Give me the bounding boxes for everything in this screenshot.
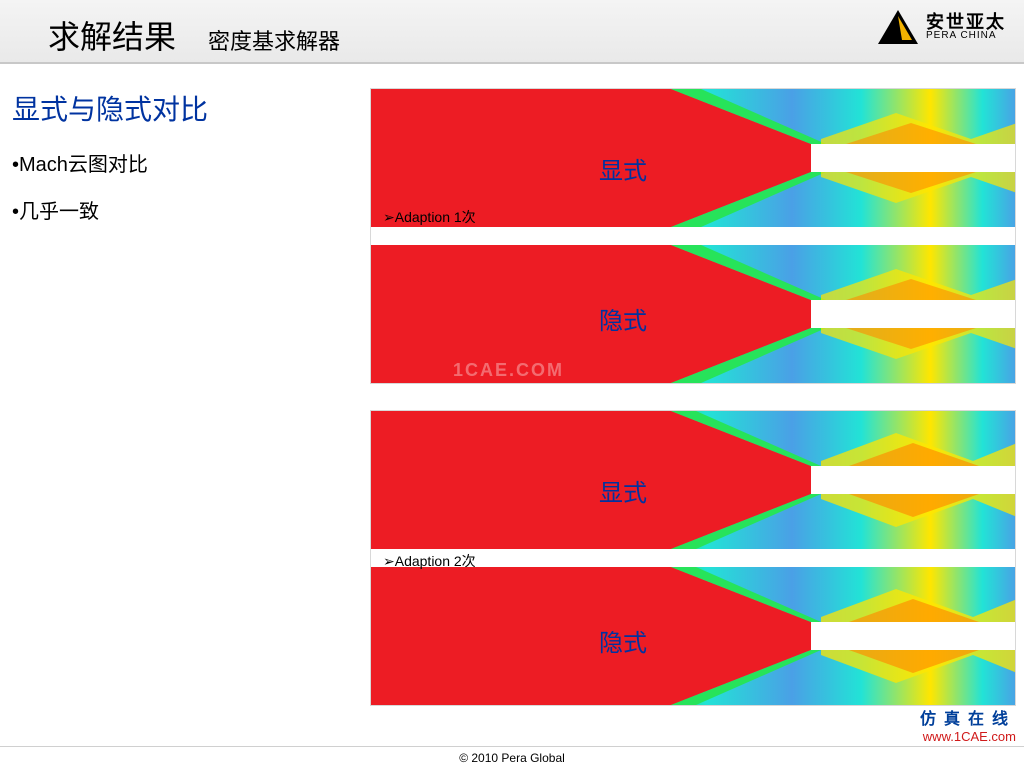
section-heading: 显式与隐式对比 xyxy=(12,88,272,128)
watermark-text: 1CAE.COM xyxy=(453,360,564,381)
cfd-panel-2: 显式 隐式 ➢Adaption 2次 xyxy=(370,410,1016,706)
label-implicit: 隐式 xyxy=(599,301,647,336)
footer-bar: © 2010 Pera Global xyxy=(0,746,1024,768)
brand-logo: 安世亚太 PERA CHINA xyxy=(878,10,1006,44)
adaption-label: ➢Adaption 2次 xyxy=(383,551,476,571)
corner-brand: 仿真在线 www.1CAE.com xyxy=(920,705,1016,744)
adaption-label: ➢Adaption 1次 xyxy=(383,207,476,227)
label-implicit: 隐式 xyxy=(599,623,647,658)
page-title: 求解结果 xyxy=(48,12,176,58)
label-explicit: 显式 xyxy=(599,151,647,186)
corner-brand-cn: 仿真在线 xyxy=(920,705,1016,729)
logo-text-en: PERA CHINA xyxy=(926,31,1006,41)
label-explicit: 显式 xyxy=(599,473,647,508)
header-bar: 求解结果 密度基求解器 安世亚太 PERA CHINA xyxy=(0,0,1024,64)
cfd-panel-1: 显式 隐式 ➢Adaption 1次 1CAE.COM xyxy=(370,88,1016,384)
corner-brand-url: www.1CAE.com xyxy=(920,729,1016,744)
cfd-contour-implicit xyxy=(371,567,1016,705)
copyright-text: © 2010 Pera Global xyxy=(459,751,565,765)
triangle-icon xyxy=(878,10,918,44)
cfd-contour-explicit xyxy=(371,411,1016,549)
content-area: 显式 隐式 ➢Adaption 1次 1CAE.COM xyxy=(370,88,1016,732)
sidebar: 显式与隐式对比 •Mach云图对比 •几乎一致 xyxy=(12,88,272,242)
bullet-item: •Mach云图对比 xyxy=(12,148,272,177)
page-subtitle: 密度基求解器 xyxy=(208,24,340,56)
slide: 求解结果 密度基求解器 安世亚太 PERA CHINA 显式与隐式对比 •Mac… xyxy=(0,0,1024,768)
logo-text-cn: 安世亚太 xyxy=(926,13,1006,31)
bullet-item: •几乎一致 xyxy=(12,195,272,224)
